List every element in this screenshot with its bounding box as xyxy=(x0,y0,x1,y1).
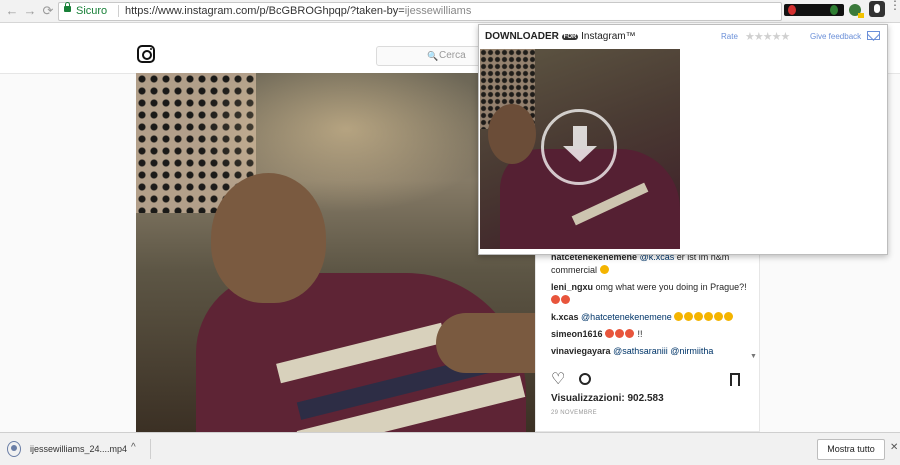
address-bar[interactable]: Sicuro https://www.instagram.com/p/BcGBR… xyxy=(58,2,834,21)
popup-title-main: DOWNLOADER xyxy=(485,31,559,42)
envelope-icon[interactable] xyxy=(867,31,880,40)
comment-bubble-icon[interactable] xyxy=(579,373,591,385)
thumb-head xyxy=(488,104,536,164)
reload-icon[interactable]: ⟳ xyxy=(39,2,57,20)
file-type-icon xyxy=(7,441,21,457)
emoji-icon xyxy=(724,312,734,321)
download-file-name[interactable]: ijessewilliams_24....mp4 xyxy=(30,444,127,454)
emoji-icon xyxy=(551,295,560,304)
like-heart-icon[interactable]: ♡ xyxy=(551,372,565,388)
url-main: https://www.instagram.com/p/BcGBROGhpqp/… xyxy=(125,5,405,17)
search-icon: 🔍 xyxy=(427,51,439,61)
person-hand xyxy=(436,313,535,373)
comment-text: !! xyxy=(635,329,643,339)
comment-mention[interactable]: @sathsaraniii @nirmiitha xyxy=(613,346,713,356)
downloads-separator xyxy=(150,439,151,459)
forward-icon[interactable]: → xyxy=(21,2,39,20)
person-head xyxy=(211,173,326,303)
back-icon[interactable]: ← xyxy=(3,2,21,20)
chevron-up-icon[interactable]: ^ xyxy=(131,442,136,453)
rating-stars[interactable]: ★★★★★ xyxy=(745,30,790,43)
comment-username[interactable]: vinaviegayara xyxy=(551,346,611,356)
post-date: 29 NOVEMBRE xyxy=(551,410,597,416)
emoji-icon xyxy=(704,312,714,321)
emoji-icon xyxy=(605,329,615,338)
emoji-icon xyxy=(714,312,724,321)
lock-icon xyxy=(64,2,71,12)
comments-list: hatcetenekenemene @k.xcas er ist im h&m … xyxy=(551,251,747,362)
browser-menu-icon[interactable]: ⋮ xyxy=(889,0,900,11)
url-tail: ijessewilliams xyxy=(404,5,472,17)
downloads-bar: ijessewilliams_24....mp4 ^ Mostra tutto … xyxy=(0,432,900,465)
popup-title: DOWNLOADER FOR Instagram™ xyxy=(485,31,636,42)
url-text[interactable]: https://www.instagram.com/p/BcGBROGhpqp/… xyxy=(125,4,471,19)
comment-item: simeon1616 !! xyxy=(551,328,747,341)
search-placeholder: Cerca xyxy=(439,50,466,61)
views-count: Visualizzazioni: 902.583 xyxy=(551,393,664,404)
comment-username[interactable]: k.xcas xyxy=(551,312,579,322)
browser-toolbar: ← → ⟳ Sicuro https://www.instagram.com/p… xyxy=(0,0,900,23)
post-video[interactable] xyxy=(136,73,535,432)
save-bookmark-icon[interactable] xyxy=(730,373,740,390)
comment-username[interactable]: leni_ngxu xyxy=(551,282,593,292)
comment-text: omg what were you doing in Prague?! xyxy=(595,282,747,292)
downloader-popup: DOWNLOADER FOR Instagram™ Rate ★★★★★ Giv… xyxy=(478,24,888,255)
give-feedback-link[interactable]: Give feedback xyxy=(810,32,861,41)
post-actions: ♡ xyxy=(551,372,741,390)
emoji-icon xyxy=(615,329,625,338)
secure-label: Sicuro xyxy=(76,5,108,17)
video-thumbnail[interactable] xyxy=(480,49,680,249)
popup-for-badge: FOR xyxy=(561,34,579,40)
extension-globe-icon[interactable] xyxy=(849,4,864,18)
address-separator xyxy=(118,5,119,17)
comment-item: leni_ngxu omg what were you doing in Pra… xyxy=(551,281,747,307)
emoji-icon xyxy=(674,312,684,321)
comment-username[interactable]: simeon1616 xyxy=(551,329,603,339)
emoji-icon xyxy=(625,329,635,338)
downloader-extension-icon[interactable] xyxy=(869,1,885,17)
show-all-button[interactable]: Mostra tutto xyxy=(817,439,885,460)
extension-green-icon[interactable] xyxy=(830,5,838,15)
scroll-down-icon[interactable]: ▼ xyxy=(750,353,757,360)
comment-item: k.xcas @hatcetenekenemene xyxy=(551,311,747,324)
popup-title-suffix: Instagram™ xyxy=(581,31,636,42)
extension-red-icon[interactable] xyxy=(788,5,796,15)
search-input[interactable]: 🔍 Cerca xyxy=(376,46,488,66)
close-icon[interactable]: ✕ xyxy=(890,442,898,453)
emoji-icon xyxy=(561,295,570,304)
comment-item: vinaviegayara @sathsaraniii @nirmiitha xyxy=(551,345,747,358)
rate-link[interactable]: Rate xyxy=(721,32,738,41)
emoji-icon xyxy=(694,312,704,321)
download-button[interactable] xyxy=(541,109,617,185)
emoji-icon xyxy=(599,265,609,274)
download-arrow-icon xyxy=(563,126,597,162)
emoji-icon xyxy=(684,312,694,321)
comment-mention[interactable]: @hatcetenekenemene xyxy=(581,312,672,322)
instagram-logo-icon[interactable] xyxy=(137,45,155,63)
